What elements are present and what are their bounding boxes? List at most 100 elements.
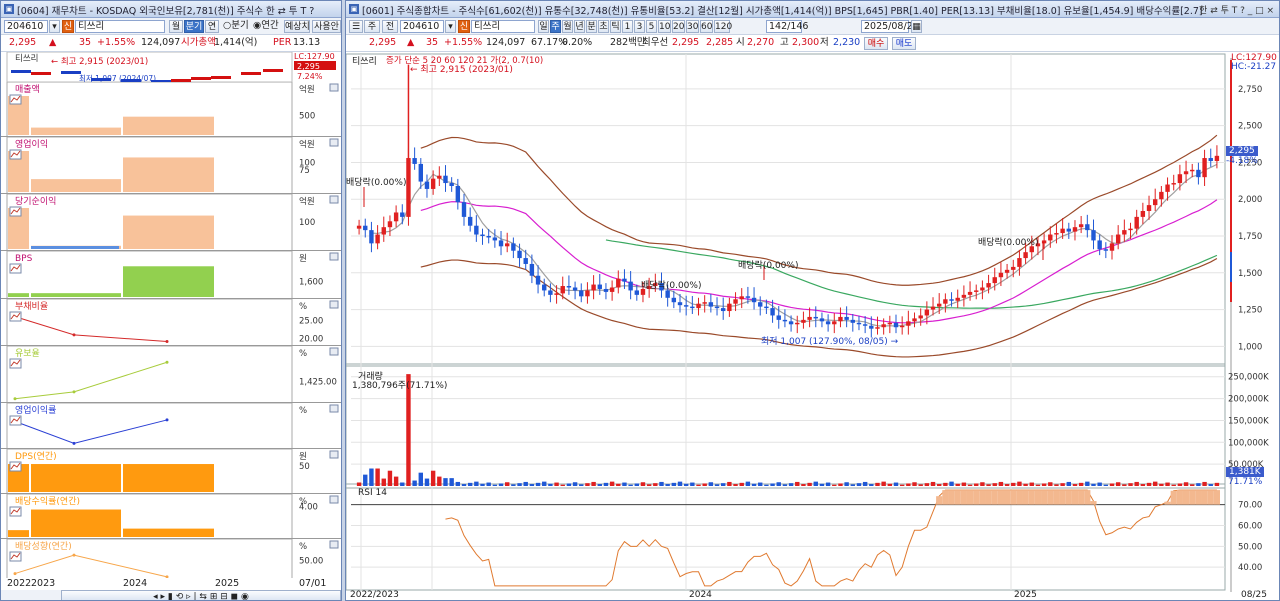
x-label-2025: 2025 (215, 578, 240, 589)
panel-unit: % (299, 349, 307, 359)
scroll-controls[interactable]: ◂ ▸ ▮ ⟲ ▹ | ⇆ ⊞ ⊟ ◼ ◉ (61, 590, 341, 600)
volume-bar (480, 483, 485, 486)
stock-name-field[interactable]: 티쓰리 (471, 20, 535, 33)
left-title-bar[interactable]: ▣ [0604] 재무차트 - KOSDAQ 외국인보유[2,781(천)] 주… (1, 1, 341, 18)
period-button-0[interactable]: 일 (538, 20, 549, 33)
volume-bar (980, 482, 985, 486)
radio-annual[interactable]: ◉연간 (253, 20, 279, 33)
volume-bar (566, 483, 572, 486)
volume-bar (850, 484, 855, 486)
candle-body (776, 315, 781, 320)
panel-bar (31, 293, 121, 297)
volume-bar (1078, 482, 1084, 486)
quarter-button[interactable]: 분기 (184, 20, 204, 33)
volume-bar (634, 483, 639, 486)
candle-body (813, 316, 818, 319)
candle-body (727, 303, 732, 312)
rsi-tick: 70.00 (1238, 501, 1262, 511)
x-label-date: 07/01 (299, 578, 327, 589)
period-button-3[interactable]: 년 (574, 20, 585, 33)
period-button-2[interactable]: 월 (562, 20, 573, 33)
candle-body (961, 294, 967, 298)
rsi-tick: 60.00 (1238, 522, 1262, 532)
bar-count-field[interactable]: 142/146 (766, 20, 808, 33)
vol-tick: 200,000K (1228, 395, 1269, 405)
period-button-9[interactable]: 5 (646, 20, 657, 33)
panel-menu-icon (329, 450, 339, 459)
candle-body (597, 284, 602, 289)
panel-bar (123, 116, 214, 135)
candle-body (356, 225, 362, 229)
candle-body (832, 321, 837, 325)
stock-code-input[interactable]: 204610 (4, 20, 48, 33)
stock-name-field[interactable]: 티쓰리 (75, 20, 165, 33)
panel-unit: 억원 (299, 196, 315, 207)
weekly-button[interactable]: 월 (169, 20, 183, 33)
year-button[interactable]: 연 (205, 20, 219, 33)
quote-change: 35 (426, 37, 439, 48)
volume-bar (437, 476, 442, 486)
main-chart[interactable]: 1,0001,2501,5001,7502,0002,2502,5002,750… (346, 52, 1279, 601)
period-button-12[interactable]: 30 (686, 20, 699, 33)
sell-button[interactable]: 매도 (892, 37, 916, 50)
candle-body (572, 287, 578, 291)
candle-body (628, 281, 633, 291)
window-buttons[interactable]: 한 ⇄ 투 T ? _ □ × (1199, 3, 1274, 16)
candle-body (381, 227, 386, 235)
mcap-value: 1,414(억) (214, 37, 258, 48)
panel-unit: % (299, 497, 307, 507)
usage-button[interactable]: 사용안 (312, 20, 341, 33)
candle-body (1017, 258, 1022, 267)
panel-2: 100 억원 당기순이익 (1, 194, 341, 251)
candle-body (844, 316, 849, 320)
candle-body (881, 324, 886, 328)
menu-button[interactable]: ☰ (349, 20, 363, 33)
candle-body (1208, 158, 1213, 161)
candle-body (967, 291, 973, 295)
candle-body (1023, 252, 1028, 259)
panel-tick: 25.00 (299, 316, 323, 326)
calendar-icon[interactable]: ▦ (911, 20, 922, 33)
candle-body (443, 175, 448, 184)
period-button-1[interactable]: 주 (550, 20, 561, 33)
volume-bar (1134, 481, 1139, 486)
period-button-8[interactable]: 3 (634, 20, 645, 33)
right-quote-bar: 2,295 ▲ 35 +1.55% 124,097 67.17% 0.20% 2… (346, 35, 1279, 52)
candle-body (498, 240, 504, 247)
period-button-13[interactable]: 60 (700, 20, 713, 33)
candle-body (801, 319, 806, 323)
panel-tick: 1,600 (299, 278, 323, 288)
period-button-14[interactable]: 120 (714, 20, 732, 33)
low-annotation: 최저 1,007 (127.90%, 08/05) → (761, 337, 899, 347)
radio-quarterly[interactable]: ○분기 (223, 20, 249, 33)
volume-bar (733, 484, 738, 486)
period-button-11[interactable]: 20 (672, 20, 685, 33)
code-dropdown-icon[interactable]: ▾ (49, 20, 60, 33)
stock-code-input[interactable]: 204610 (400, 20, 444, 33)
buy-button[interactable]: 매수 (864, 37, 888, 50)
right-title-bar[interactable]: ▣ [0601] 주식종합차트 - 주식수[61,602(천)] 유통수[32,… (346, 1, 1279, 18)
panel-point (72, 441, 76, 445)
x-label-2022: 2022 (7, 578, 32, 589)
code-dropdown-icon[interactable]: ▾ (445, 20, 456, 33)
estimate-button[interactable]: 예상치 (284, 20, 310, 33)
period-button-4[interactable]: 분 (586, 20, 597, 33)
volume-bar (1011, 482, 1016, 486)
candle-body (1183, 171, 1189, 175)
candle-body (1066, 228, 1071, 232)
candle-body (899, 325, 905, 328)
date-field[interactable]: 2025/08/25 (861, 20, 919, 33)
period-button-7[interactable]: 1 (622, 20, 633, 33)
candle-body (511, 243, 516, 251)
period-button-6[interactable]: 틱 (610, 20, 621, 33)
period-button-5[interactable]: 초 (598, 20, 609, 33)
candle-body (486, 236, 491, 238)
volume-bar (1128, 483, 1133, 486)
panel-bar (31, 127, 121, 135)
period-button-10[interactable]: 10 (658, 20, 671, 33)
left-scrollbar[interactable]: ◂ ▸ ▮ ⟲ ▹ | ⇆ ⊞ ⊟ ◼ ◉ (1, 590, 341, 600)
panel-bar (123, 215, 214, 249)
candle-body (622, 278, 627, 282)
all-button[interactable]: 전 (382, 20, 398, 33)
market-type-button[interactable]: 주 (364, 20, 380, 33)
